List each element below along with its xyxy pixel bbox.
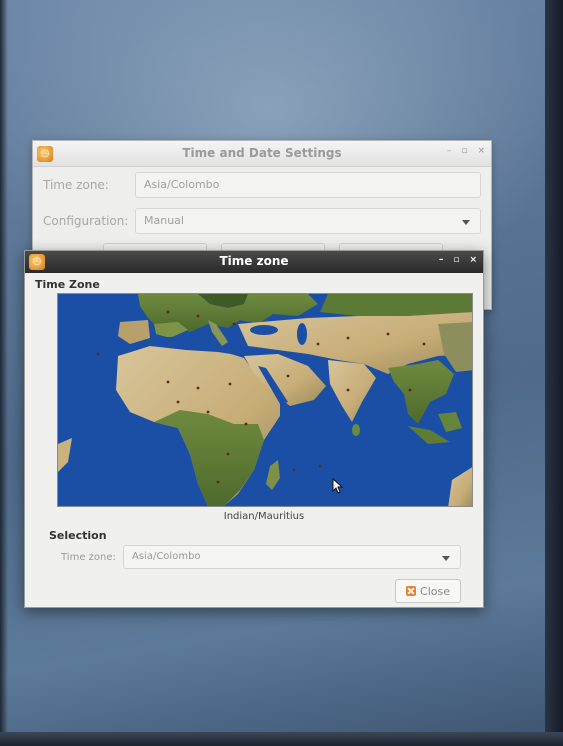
dialog-window-controls: – ▫ × <box>439 255 477 265</box>
minimize-icon[interactable]: – <box>439 255 444 265</box>
maximize-icon[interactable]: ▫ <box>453 255 459 265</box>
titlebar[interactable]: ◷ Time and Date Settings – ▫ × <box>33 141 491 167</box>
world-map-image[interactable] <box>58 294 473 507</box>
monitor-bezel-left <box>0 0 8 746</box>
dialog-titlebar[interactable]: ◷ Time zone – ▫ × <box>25 251 483 273</box>
selection-timezone-label: Time zone: <box>61 551 116 563</box>
selection-heading: Selection <box>49 529 107 542</box>
minimize-icon[interactable]: – <box>447 146 452 156</box>
close-button-label: Close <box>420 584 450 598</box>
monitor-bezel-bottom <box>0 732 563 746</box>
dialog-title: Time zone <box>219 254 289 268</box>
timezone-label: Time zone: <box>43 178 109 192</box>
configuration-label: Configuration: <box>43 214 129 228</box>
hovered-zone-label: Indian/Mauritius <box>223 511 305 522</box>
close-button[interactable]: Close <box>395 579 461 603</box>
time-zone-dialog: ◷ Time zone – ▫ × Time Zone Indian/Mauri… <box>24 250 484 608</box>
close-window-icon[interactable]: × <box>469 255 477 265</box>
selection-timezone-row: Time zone: Asia/Colombo <box>25 543 483 571</box>
maximize-icon[interactable]: ▫ <box>461 146 467 156</box>
close-window-icon[interactable]: × <box>477 146 485 156</box>
timezone-field[interactable]: Asia/Colombo <box>135 172 481 198</box>
close-icon <box>406 586 417 596</box>
mouse-pointer-icon <box>332 478 344 494</box>
world-map[interactable] <box>57 293 473 507</box>
configuration-select[interactable]: Manual <box>135 208 481 234</box>
timezone-row: Time zone: Asia/Colombo <box>33 167 491 203</box>
time-zone-heading: Time Zone <box>35 278 100 291</box>
window-controls: – ▫ × <box>447 146 485 156</box>
window-title: Time and Date Settings <box>182 146 342 160</box>
timezone-select[interactable]: Asia/Colombo <box>123 545 461 569</box>
configuration-row: Configuration: Manual <box>33 203 491 239</box>
monitor-bezel-right <box>545 0 563 746</box>
